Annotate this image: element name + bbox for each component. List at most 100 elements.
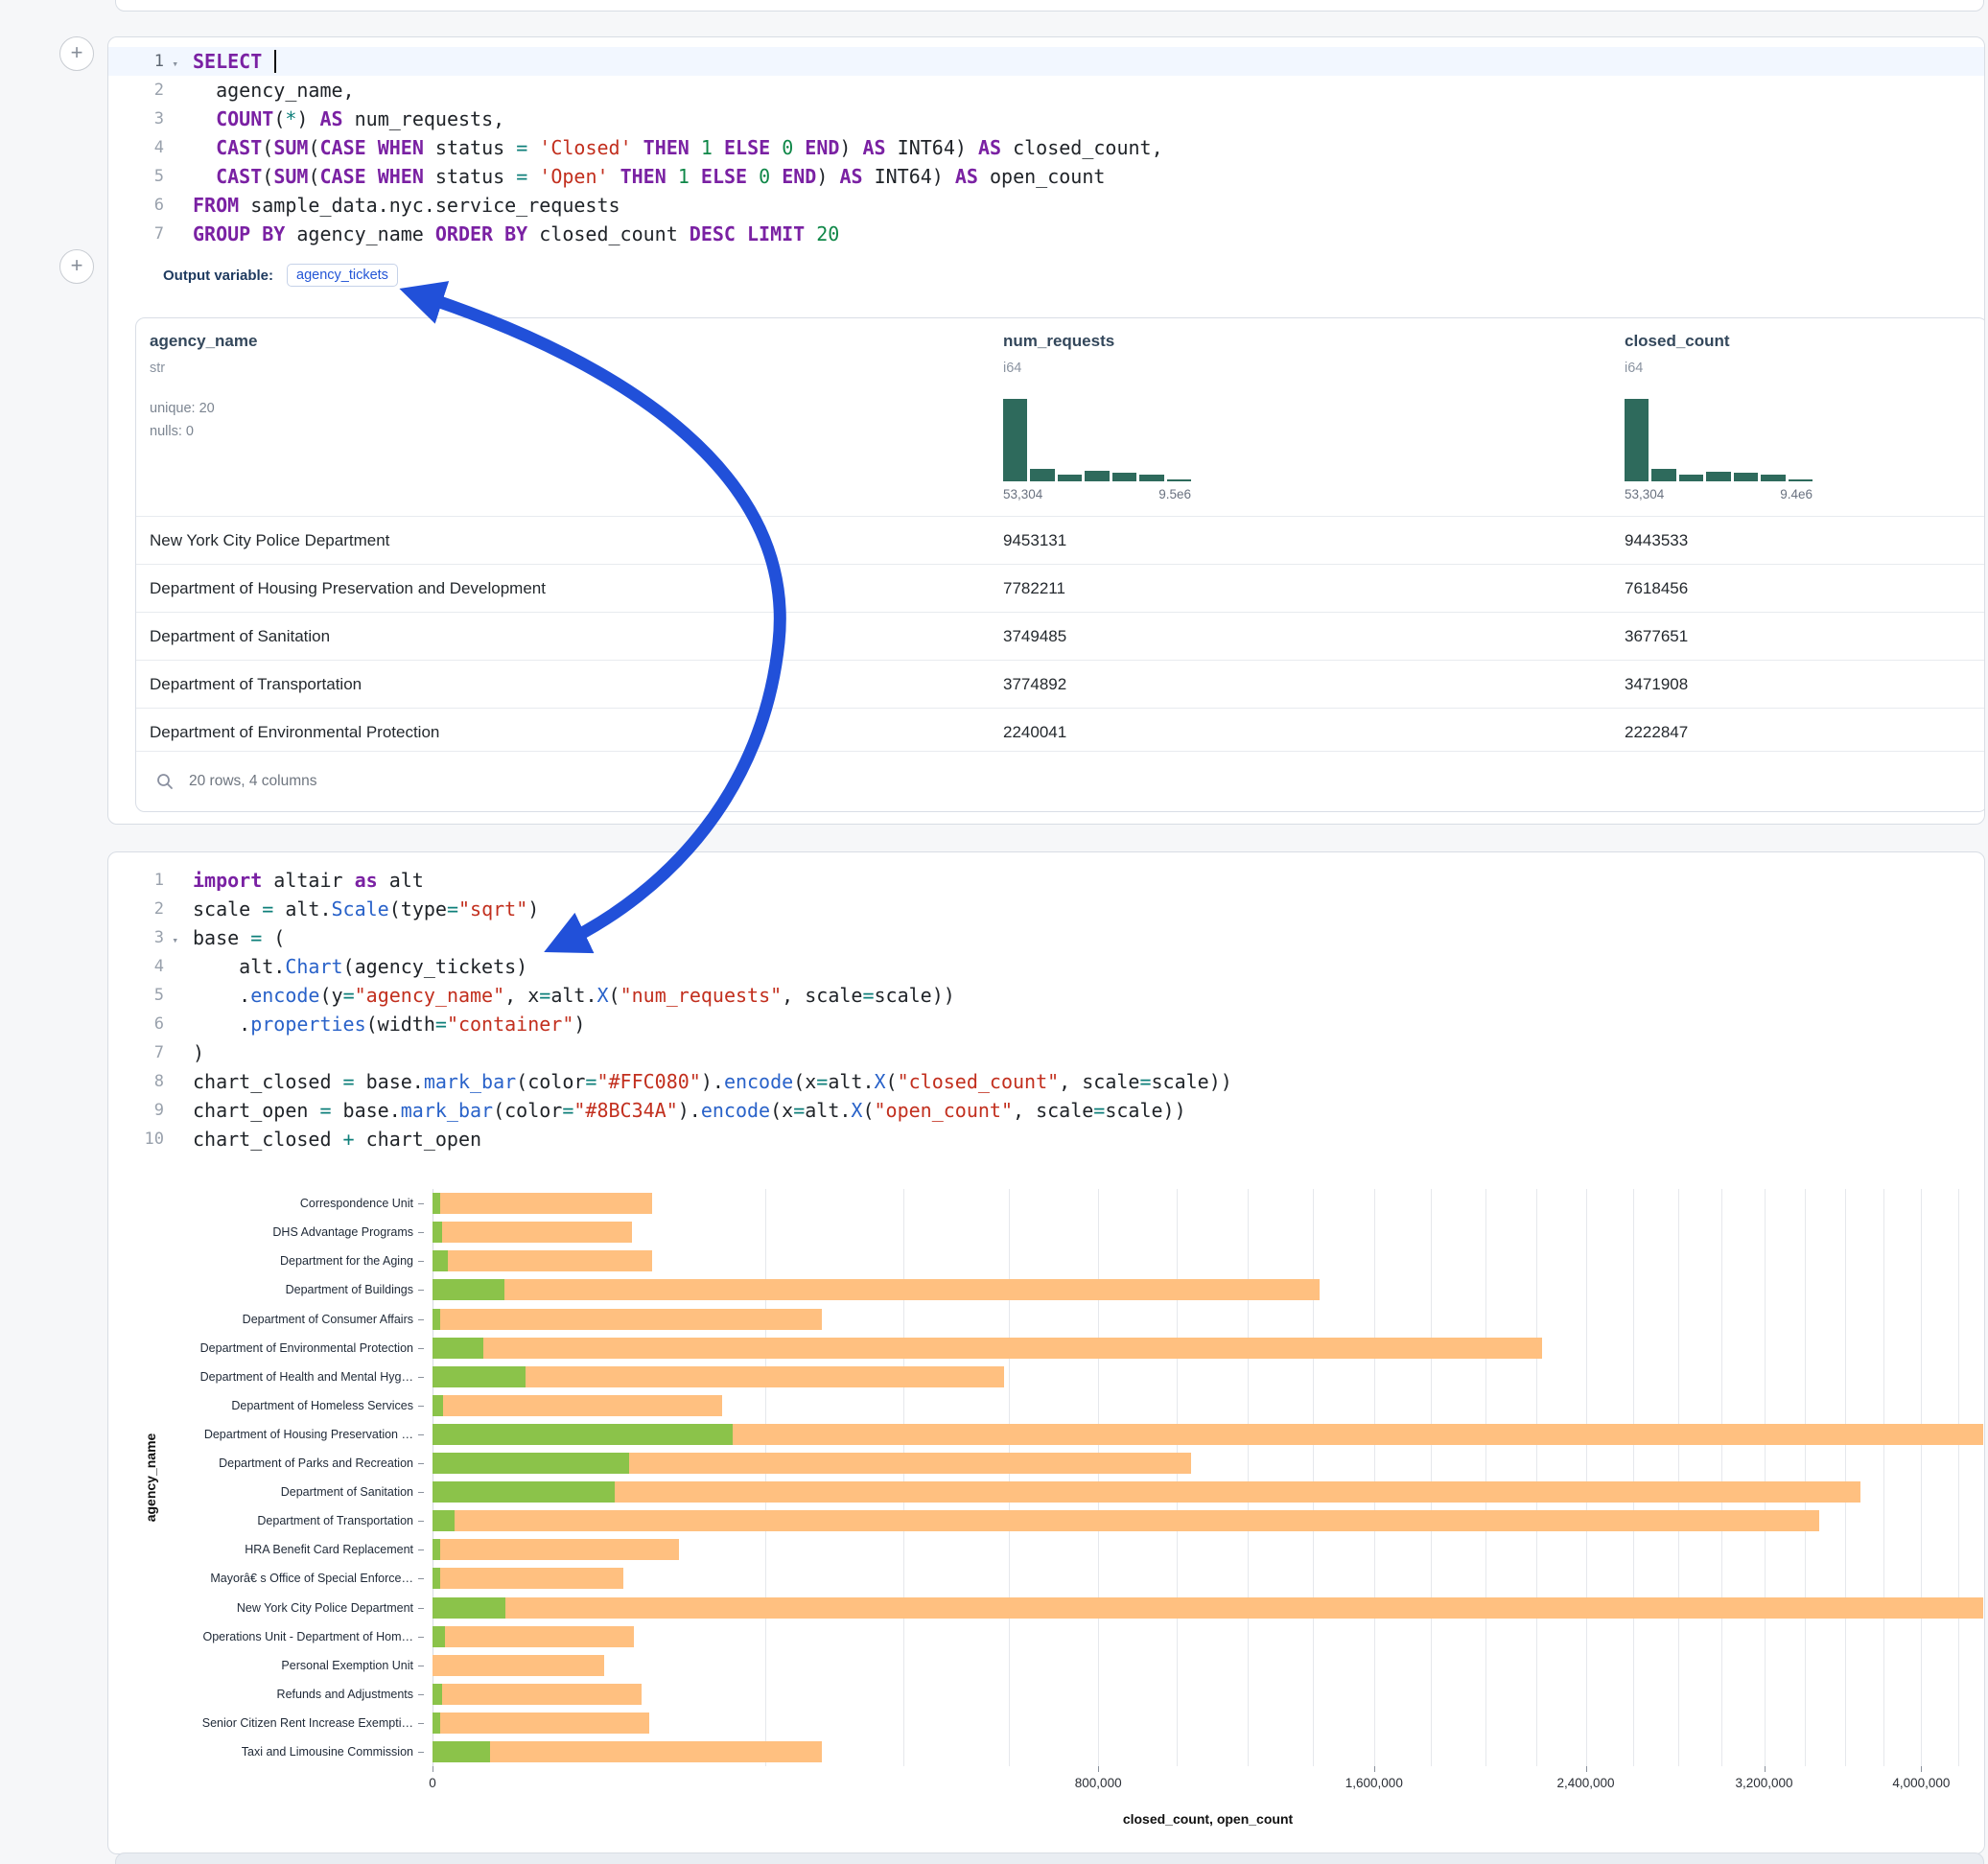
table-cell: 3749485 <box>1003 627 1066 646</box>
open_count-bar <box>433 1309 440 1330</box>
y-axis-tick <box>418 1261 424 1262</box>
fold-chevron-icon[interactable]: ▾ <box>172 926 178 955</box>
code-line[interactable]: 1import altair as alt <box>108 866 1984 895</box>
table-row[interactable]: Department of Transportation377489234719… <box>136 660 1985 708</box>
line-number: 2 <box>108 76 179 105</box>
column-name: closed_count <box>1625 332 1730 351</box>
histogram-max-label: 9.4e6 <box>1780 487 1813 501</box>
gridline <box>1098 1189 1099 1766</box>
code-line[interactable]: 10chart_closed + chart_open <box>108 1125 1984 1153</box>
gridline <box>1485 1189 1486 1766</box>
add-cell-button-top[interactable]: + <box>59 36 94 71</box>
gridline <box>765 1189 766 1766</box>
open_count-bar <box>433 1279 504 1300</box>
gridline <box>1633 1189 1634 1766</box>
line-number: 5 <box>108 162 179 191</box>
output-variable-label: Output variable: <box>163 268 273 284</box>
x-axis-tick-label: 1,600,000 <box>1317 1776 1432 1790</box>
table-row[interactable]: Department of Housing Preservation and D… <box>136 564 1985 612</box>
table-row[interactable]: New York City Police Department945313194… <box>136 516 1985 564</box>
line-number: 2 <box>108 895 179 923</box>
table-cell: Department of Sanitation <box>150 627 330 646</box>
gridline <box>1313 1189 1314 1766</box>
code-line[interactable]: 5 .encode(y="agency_name", x=alt.X("num_… <box>108 981 1984 1010</box>
y-axis-category-label: Department of Health and Mental Hyg… <box>200 1370 413 1384</box>
code-line[interactable]: 7) <box>108 1038 1984 1067</box>
y-axis-category-label: New York City Police Department <box>237 1601 413 1615</box>
closed_count-bar <box>433 1250 652 1271</box>
code-line[interactable]: 3▾base = ( <box>108 923 1984 952</box>
y-axis-category-label: Department of Homeless Services <box>231 1399 413 1412</box>
output-variable-chip[interactable]: agency_tickets <box>287 264 398 287</box>
histogram-bar <box>1003 399 1027 481</box>
open_count-bar <box>433 1713 440 1734</box>
y-axis-category-label: DHS Advantage Programs <box>272 1225 413 1239</box>
code-line[interactable]: 2 agency_name, <box>108 76 1984 105</box>
code-line[interactable]: 2scale = alt.Scale(type="sqrt") <box>108 895 1984 923</box>
y-axis-tick <box>418 1290 424 1291</box>
table-cell: Department of Transportation <box>150 675 362 694</box>
y-axis-tick <box>418 1723 424 1724</box>
code-line[interactable]: 4 alt.Chart(agency_tickets) <box>108 952 1984 981</box>
closed_count-bar <box>433 1597 1983 1619</box>
code-line[interactable]: 3 COUNT(*) AS num_requests, <box>108 105 1984 133</box>
add-cell-button-middle[interactable]: + <box>59 249 94 284</box>
sql-code-editor[interactable]: 1▾SELECT 2 agency_name,3 COUNT(*) AS num… <box>108 47 1984 248</box>
open_count-bar <box>433 1539 440 1560</box>
table-cell: 7618456 <box>1625 579 1688 598</box>
closed_count-bar <box>433 1510 1819 1531</box>
python-cell: 1import altair as alt2scale = alt.Scale(… <box>107 851 1985 1854</box>
y-axis-tick <box>418 1752 424 1753</box>
y-axis-category-label: Correspondence Unit <box>300 1197 413 1210</box>
code-line[interactable]: 5 CAST(SUM(CASE WHEN status = 'Open' THE… <box>108 162 1984 191</box>
line-number: 8 <box>108 1067 179 1096</box>
histogram-bar <box>1085 471 1109 481</box>
line-number: 4 <box>108 133 179 162</box>
y-axis-tick <box>418 1319 424 1320</box>
code-line[interactable]: 1▾SELECT <box>108 47 1984 76</box>
y-axis-category-label: Department of Sanitation <box>281 1485 413 1499</box>
x-axis-tick <box>1921 1766 1922 1772</box>
y-axis-tick <box>418 1492 424 1493</box>
x-axis-tick-label: 2,400,000 <box>1529 1776 1644 1790</box>
table-row[interactable]: Department of Environmental Protection22… <box>136 708 1985 756</box>
gridline <box>1374 1189 1375 1766</box>
y-axis-category-label: Personal Exemption Unit <box>281 1659 413 1672</box>
line-number: 5 <box>108 981 179 1010</box>
closed_count-bar <box>433 1713 649 1734</box>
chart-plot-area <box>433 1189 1983 1766</box>
open_count-bar <box>433 1453 629 1474</box>
results-table: agency_name str unique: 20 nulls: 0 num_… <box>135 317 1985 812</box>
histogram-bar <box>1651 469 1675 481</box>
code-line[interactable]: 6 .properties(width="container") <box>108 1010 1984 1038</box>
code-line[interactable]: 6FROM sample_data.nyc.service_requests <box>108 191 1984 220</box>
y-axis-tick <box>418 1203 424 1204</box>
y-axis-tick <box>418 1434 424 1435</box>
y-axis-category-label: Taxi and Limousine Commission <box>242 1745 413 1759</box>
y-axis-tick <box>418 1637 424 1638</box>
table-row[interactable]: Department of Sanitation37494853677651 <box>136 612 1985 660</box>
gridline <box>1586 1189 1587 1766</box>
y-axis-category-label: HRA Benefit Card Replacement <box>245 1543 413 1556</box>
histogram-max-label: 9.5e6 <box>1158 487 1191 501</box>
y-axis-tick <box>418 1608 424 1609</box>
code-line[interactable]: 9chart_open = base.mark_bar(color="#8BC3… <box>108 1096 1984 1125</box>
table-cell: New York City Police Department <box>150 531 389 550</box>
search-icon[interactable] <box>155 772 175 791</box>
y-axis-category-label: Senior Citizen Rent Increase Exempti… <box>202 1716 413 1730</box>
code-line[interactable]: 7GROUP BY agency_name ORDER BY closed_co… <box>108 220 1984 248</box>
table-footer: 20 rows, 4 columns <box>136 751 1985 811</box>
fold-chevron-icon[interactable]: ▾ <box>172 50 178 79</box>
code-line[interactable]: 4 CAST(SUM(CASE WHEN status = 'Closed' T… <box>108 133 1984 162</box>
python-code-editor[interactable]: 1import altair as alt2scale = alt.Scale(… <box>108 866 1984 1153</box>
gridline <box>1009 1189 1010 1766</box>
y-axis-category-label: Mayorâ€ s Office of Special Enforce… <box>210 1572 413 1585</box>
code-line[interactable]: 8chart_closed = base.mark_bar(color="#FF… <box>108 1067 1984 1096</box>
histogram-bar <box>1625 399 1649 481</box>
open_count-bar <box>433 1424 733 1445</box>
open_count-bar <box>433 1222 442 1243</box>
x-axis-tick-label: 0 <box>375 1776 490 1790</box>
open_count-bar <box>433 1366 526 1387</box>
closed_count-bar <box>433 1684 642 1705</box>
y-axis-tick <box>418 1549 424 1550</box>
